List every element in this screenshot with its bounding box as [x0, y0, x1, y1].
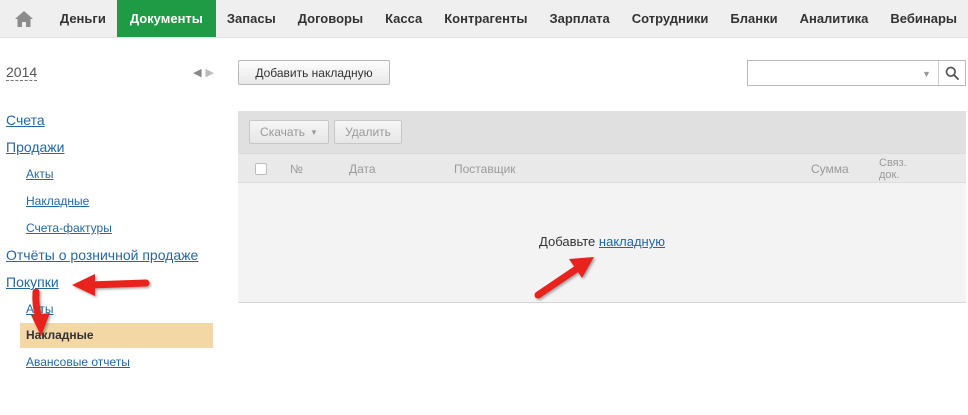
sidebar-item-sales-acts[interactable]: Акты [26, 167, 54, 181]
download-button-label: Скачать [260, 125, 306, 139]
chevron-down-icon[interactable]: ▼ [922, 69, 931, 79]
sidebar-item-purchases-waybills[interactable]: Накладные [20, 323, 213, 348]
empty-message-text: Добавьте [539, 234, 596, 249]
download-button[interactable]: Скачать ▼ [249, 120, 329, 144]
add-waybill-link[interactable]: накладную [599, 234, 665, 249]
sidebar-item-purchases-acts[interactable]: Акты [26, 302, 54, 316]
waybills-panel: Скачать ▼ Удалить № Дата Поставщик Сумма … [238, 111, 966, 303]
panel-toolbar: Скачать ▼ Удалить [238, 111, 966, 153]
column-supplier[interactable]: Поставщик [454, 162, 516, 176]
arrow-to-purchases [72, 274, 150, 296]
nav-webinars[interactable]: Вебинары [879, 0, 968, 37]
sidebar-item-vat-invoices[interactable]: Счета-фактуры [26, 221, 112, 235]
nav-cash[interactable]: Касса [374, 0, 433, 37]
nav-employees[interactable]: Сотрудники [621, 0, 720, 37]
nav-contracts[interactable]: Договоры [287, 0, 374, 37]
add-waybill-button[interactable]: Добавить накладную [238, 60, 390, 85]
nav-documents[interactable]: Документы [116, 0, 216, 37]
nav-forms[interactable]: Бланки [719, 0, 788, 37]
nav-salary[interactable]: Зарплата [538, 0, 620, 37]
sidebar-item-sales-waybills[interactable]: Накладные [26, 194, 89, 208]
triangle-left-icon[interactable]: ◀ [193, 67, 205, 79]
sidebar-item-advance-reports[interactable]: Авансовые отчеты [26, 355, 130, 369]
nav-counterparties[interactable]: Контрагенты [433, 0, 538, 37]
home-button[interactable] [0, 0, 49, 37]
home-icon [15, 10, 34, 27]
nav-stock[interactable]: Запасы [216, 0, 287, 37]
nav-money[interactable]: Деньги [49, 0, 117, 37]
column-number[interactable]: № [290, 162, 303, 176]
sidebar-item-label: Накладные [26, 328, 94, 342]
year-selector: 2014 ◀▶ [6, 64, 218, 84]
sidebar-item-invoices[interactable]: Счета [6, 112, 45, 128]
table-header: № Дата Поставщик Сумма Связ. док. [238, 153, 966, 183]
search-box: ▼ [747, 60, 966, 86]
search-icon[interactable] [945, 66, 959, 80]
year-arrows: ◀▶ [193, 66, 218, 79]
search-divider [938, 61, 939, 85]
column-linked-docs[interactable]: Связ. док. [879, 157, 915, 181]
search-input[interactable] [748, 61, 938, 85]
delete-button[interactable]: Удалить [334, 120, 402, 144]
sidebar-item-retail-reports[interactable]: Отчёты о розничной продаже [6, 247, 198, 263]
select-all-checkbox[interactable] [255, 163, 267, 175]
top-navigation: Деньги Документы Запасы Договоры Касса К… [0, 0, 968, 38]
empty-state: Добавьте накладную [238, 183, 966, 302]
chevron-down-icon: ▼ [310, 127, 318, 137]
column-sum[interactable]: Сумма [811, 162, 849, 176]
sidebar-item-purchases[interactable]: Покупки [6, 274, 59, 290]
column-date[interactable]: Дата [349, 162, 376, 176]
year-dropdown[interactable]: 2014 [6, 64, 38, 81]
sidebar-item-sales[interactable]: Продажи [6, 139, 64, 155]
empty-message: Добавьте накладную [238, 234, 966, 249]
nav-analytics[interactable]: Аналитика [789, 0, 880, 37]
triangle-right-icon[interactable]: ▶ [206, 67, 218, 79]
